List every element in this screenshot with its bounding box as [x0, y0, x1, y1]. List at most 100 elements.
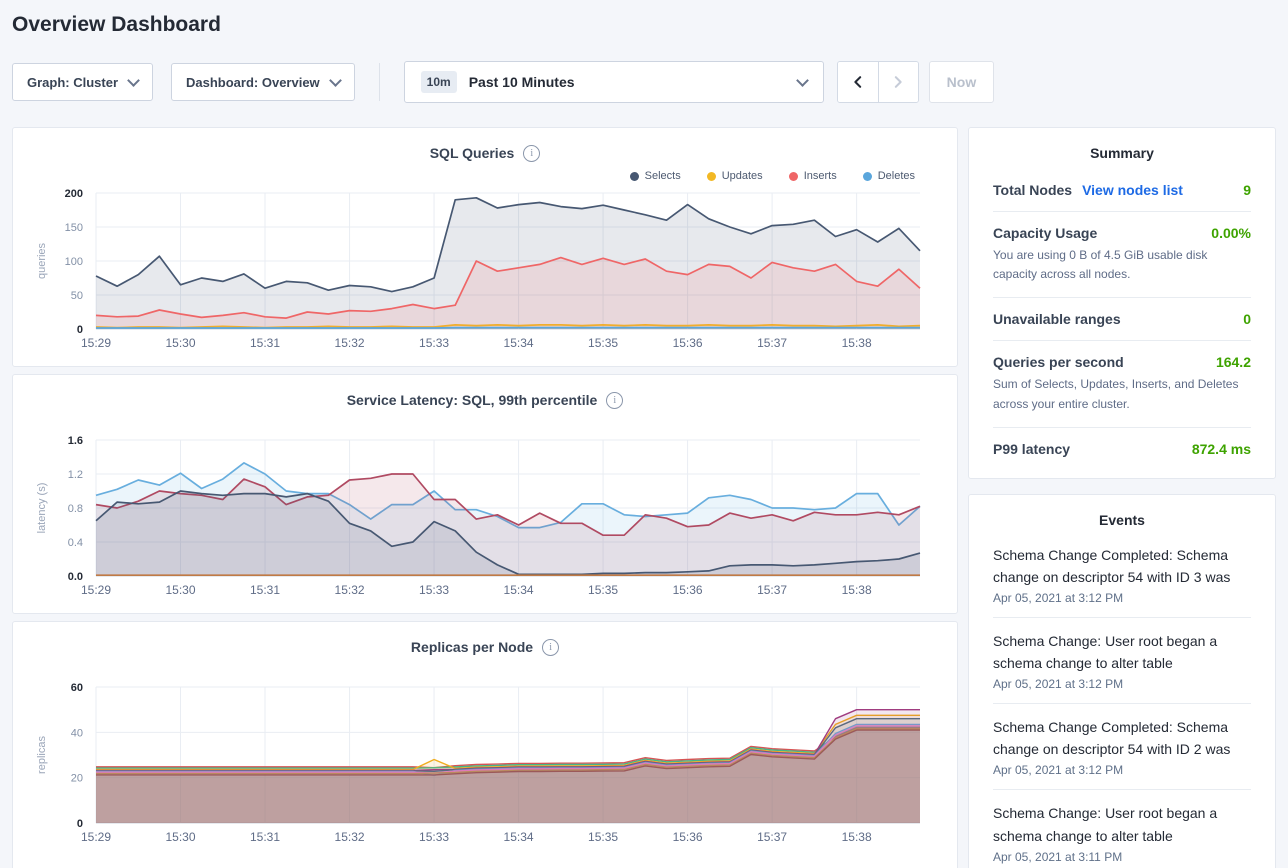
legend-item-inserts[interactable]: Inserts — [789, 170, 837, 182]
svg-text:15:32: 15:32 — [335, 336, 365, 350]
chart-legend — [13, 659, 957, 681]
summary-description: Sum of Selects, Updates, Inserts, and De… — [993, 375, 1251, 413]
chevron-down-icon — [796, 74, 809, 87]
chart-header: Service Latency: SQL, 99th percentile i — [13, 375, 957, 412]
svg-text:15:38: 15:38 — [842, 830, 872, 844]
svg-text:100: 100 — [65, 256, 83, 268]
overview-dashboard-page: Overview Dashboard Graph: Cluster Dashbo… — [0, 0, 1288, 868]
chart-title: SQL Queries — [430, 145, 515, 161]
dashboard-dropdown-label: Dashboard: Overview — [186, 75, 320, 90]
svg-text:0.8: 0.8 — [68, 503, 83, 515]
chevron-down-icon — [127, 74, 140, 87]
page-title: Overview Dashboard — [12, 0, 1276, 37]
legend-item-deletes[interactable]: Deletes — [863, 170, 915, 182]
dashboard-content: SQL Queries i Selects Updates Inserts Delet… — [12, 127, 1276, 868]
event-text: Schema Change: User root began a schema … — [993, 802, 1251, 846]
chart-header: SQL Queries i — [13, 128, 957, 165]
event-timestamp: Apr 05, 2021 at 3:12 PM — [993, 763, 1251, 777]
events-title: Events — [993, 495, 1251, 528]
svg-text:15:37: 15:37 — [757, 830, 787, 844]
chart-legend — [13, 412, 957, 434]
svg-text:15:38: 15:38 — [842, 583, 872, 597]
graph-dropdown-label: Graph: Cluster — [27, 75, 118, 90]
svg-text:50: 50 — [71, 290, 83, 302]
svg-text:1.6: 1.6 — [68, 435, 83, 447]
summary-label: P99 latency — [993, 441, 1070, 457]
time-range-picker[interactable]: 10m Past 10 Minutes — [404, 61, 824, 103]
view-nodes-list-link[interactable]: View nodes list — [1082, 182, 1183, 198]
info-icon[interactable]: i — [606, 392, 623, 409]
sql-queries-chart[interactable]: 0 50 100 150 200 15:29 15:30 15:31 15:32 15:33 15:… — [13, 187, 957, 355]
chart-card-service-latency: Service Latency: SQL, 99th percentile i … — [12, 374, 958, 614]
svg-text:150: 150 — [65, 222, 83, 234]
chart-title: Service Latency: SQL, 99th percentile — [347, 392, 598, 408]
events-panel: Events Schema Change Completed: Schema c… — [968, 494, 1276, 868]
toolbar-divider — [379, 63, 380, 101]
summary-row-capacity-usage: Capacity Usage 0.00% You are using 0 B o… — [993, 211, 1251, 297]
svg-text:60: 60 — [71, 682, 83, 694]
svg-text:15:31: 15:31 — [250, 830, 280, 844]
time-nav-group — [837, 61, 919, 103]
event-item: Schema Change Completed: Schema change o… — [993, 532, 1251, 617]
time-range-label: Past 10 Minutes — [469, 74, 575, 90]
legend-item-selects[interactable]: Selects — [630, 170, 681, 182]
charts-column: SQL Queries i Selects Updates Inserts Delet… — [12, 127, 958, 868]
svg-text:15:30: 15:30 — [165, 336, 195, 350]
chart-card-sql-queries: SQL Queries i Selects Updates Inserts Delet… — [12, 127, 958, 367]
svg-text:15:33: 15:33 — [419, 830, 449, 844]
dashboard-dropdown[interactable]: Dashboard: Overview — [171, 63, 355, 101]
svg-text:15:32: 15:32 — [335, 830, 365, 844]
svg-text:latency (s): latency (s) — [36, 483, 48, 534]
time-next-button[interactable] — [878, 62, 918, 102]
legend-dot — [863, 172, 872, 181]
svg-text:replicas: replicas — [36, 736, 48, 774]
summary-value: 164.2 — [1216, 354, 1251, 370]
summary-row-total-nodes: Total Nodes View nodes list 9 — [993, 169, 1251, 211]
svg-text:15:36: 15:36 — [673, 336, 703, 350]
service-latency-chart[interactable]: 0.00.40.81.21.615:2915:3015:3115:3215:33… — [13, 434, 957, 602]
chevron-left-icon — [851, 75, 865, 89]
legend-dot — [707, 172, 716, 181]
event-item: Schema Change: User root began a schema … — [993, 617, 1251, 703]
legend-dot — [789, 172, 798, 181]
svg-text:15:29: 15:29 — [81, 336, 111, 350]
replicas-per-node-chart[interactable]: 020406015:2915:3015:3115:3215:3315:3415:… — [13, 681, 957, 849]
graph-dropdown[interactable]: Graph: Cluster — [12, 63, 153, 101]
summary-row-p99-latency: P99 latency 872.4 ms — [993, 427, 1251, 470]
svg-text:15:31: 15:31 — [250, 336, 280, 350]
toolbar: Graph: Cluster Dashboard: Overview 10m P… — [12, 61, 1276, 103]
svg-text:0: 0 — [77, 818, 83, 830]
summary-description: You are using 0 B of 4.5 GiB usable disk… — [993, 246, 1251, 284]
event-text: Schema Change Completed: Schema change o… — [993, 716, 1251, 760]
info-icon[interactable]: i — [523, 145, 540, 162]
chart-header: Replicas per Node i — [13, 622, 957, 659]
time-range-badge: 10m — [421, 71, 457, 93]
summary-row-unavailable-ranges: Unavailable ranges 0 — [993, 297, 1251, 340]
summary-row-queries-per-second: Queries per second 164.2 Sum of Selects,… — [993, 340, 1251, 426]
summary-value: 0 — [1243, 311, 1251, 327]
event-text: Schema Change Completed: Schema change o… — [993, 544, 1251, 588]
legend-dot — [630, 172, 639, 181]
event-item: Schema Change Completed: Schema change o… — [993, 703, 1251, 789]
now-button[interactable]: Now — [929, 61, 995, 103]
info-icon[interactable]: i — [542, 639, 559, 656]
legend-label: Inserts — [804, 170, 837, 182]
summary-label: Unavailable ranges — [993, 311, 1121, 327]
legend-label: Selects — [645, 170, 681, 182]
svg-text:15:37: 15:37 — [757, 336, 787, 350]
summary-value: 872.4 ms — [1192, 441, 1251, 457]
svg-text:0: 0 — [77, 324, 83, 336]
svg-text:40: 40 — [71, 727, 83, 739]
svg-text:200: 200 — [65, 188, 83, 200]
svg-text:15:34: 15:34 — [504, 583, 534, 597]
chevron-right-icon — [891, 75, 905, 89]
time-prev-button[interactable] — [838, 62, 878, 102]
svg-text:15:35: 15:35 — [588, 583, 618, 597]
svg-text:15:33: 15:33 — [419, 336, 449, 350]
svg-text:15:35: 15:35 — [588, 830, 618, 844]
chart-card-replicas-per-node: Replicas per Node i 020406015:2915:3015:… — [12, 621, 958, 868]
summary-value: 9 — [1243, 182, 1251, 198]
event-item: Schema Change: User root began a schema … — [993, 789, 1251, 868]
legend-item-updates[interactable]: Updates — [707, 170, 763, 182]
svg-text:15:36: 15:36 — [673, 830, 703, 844]
